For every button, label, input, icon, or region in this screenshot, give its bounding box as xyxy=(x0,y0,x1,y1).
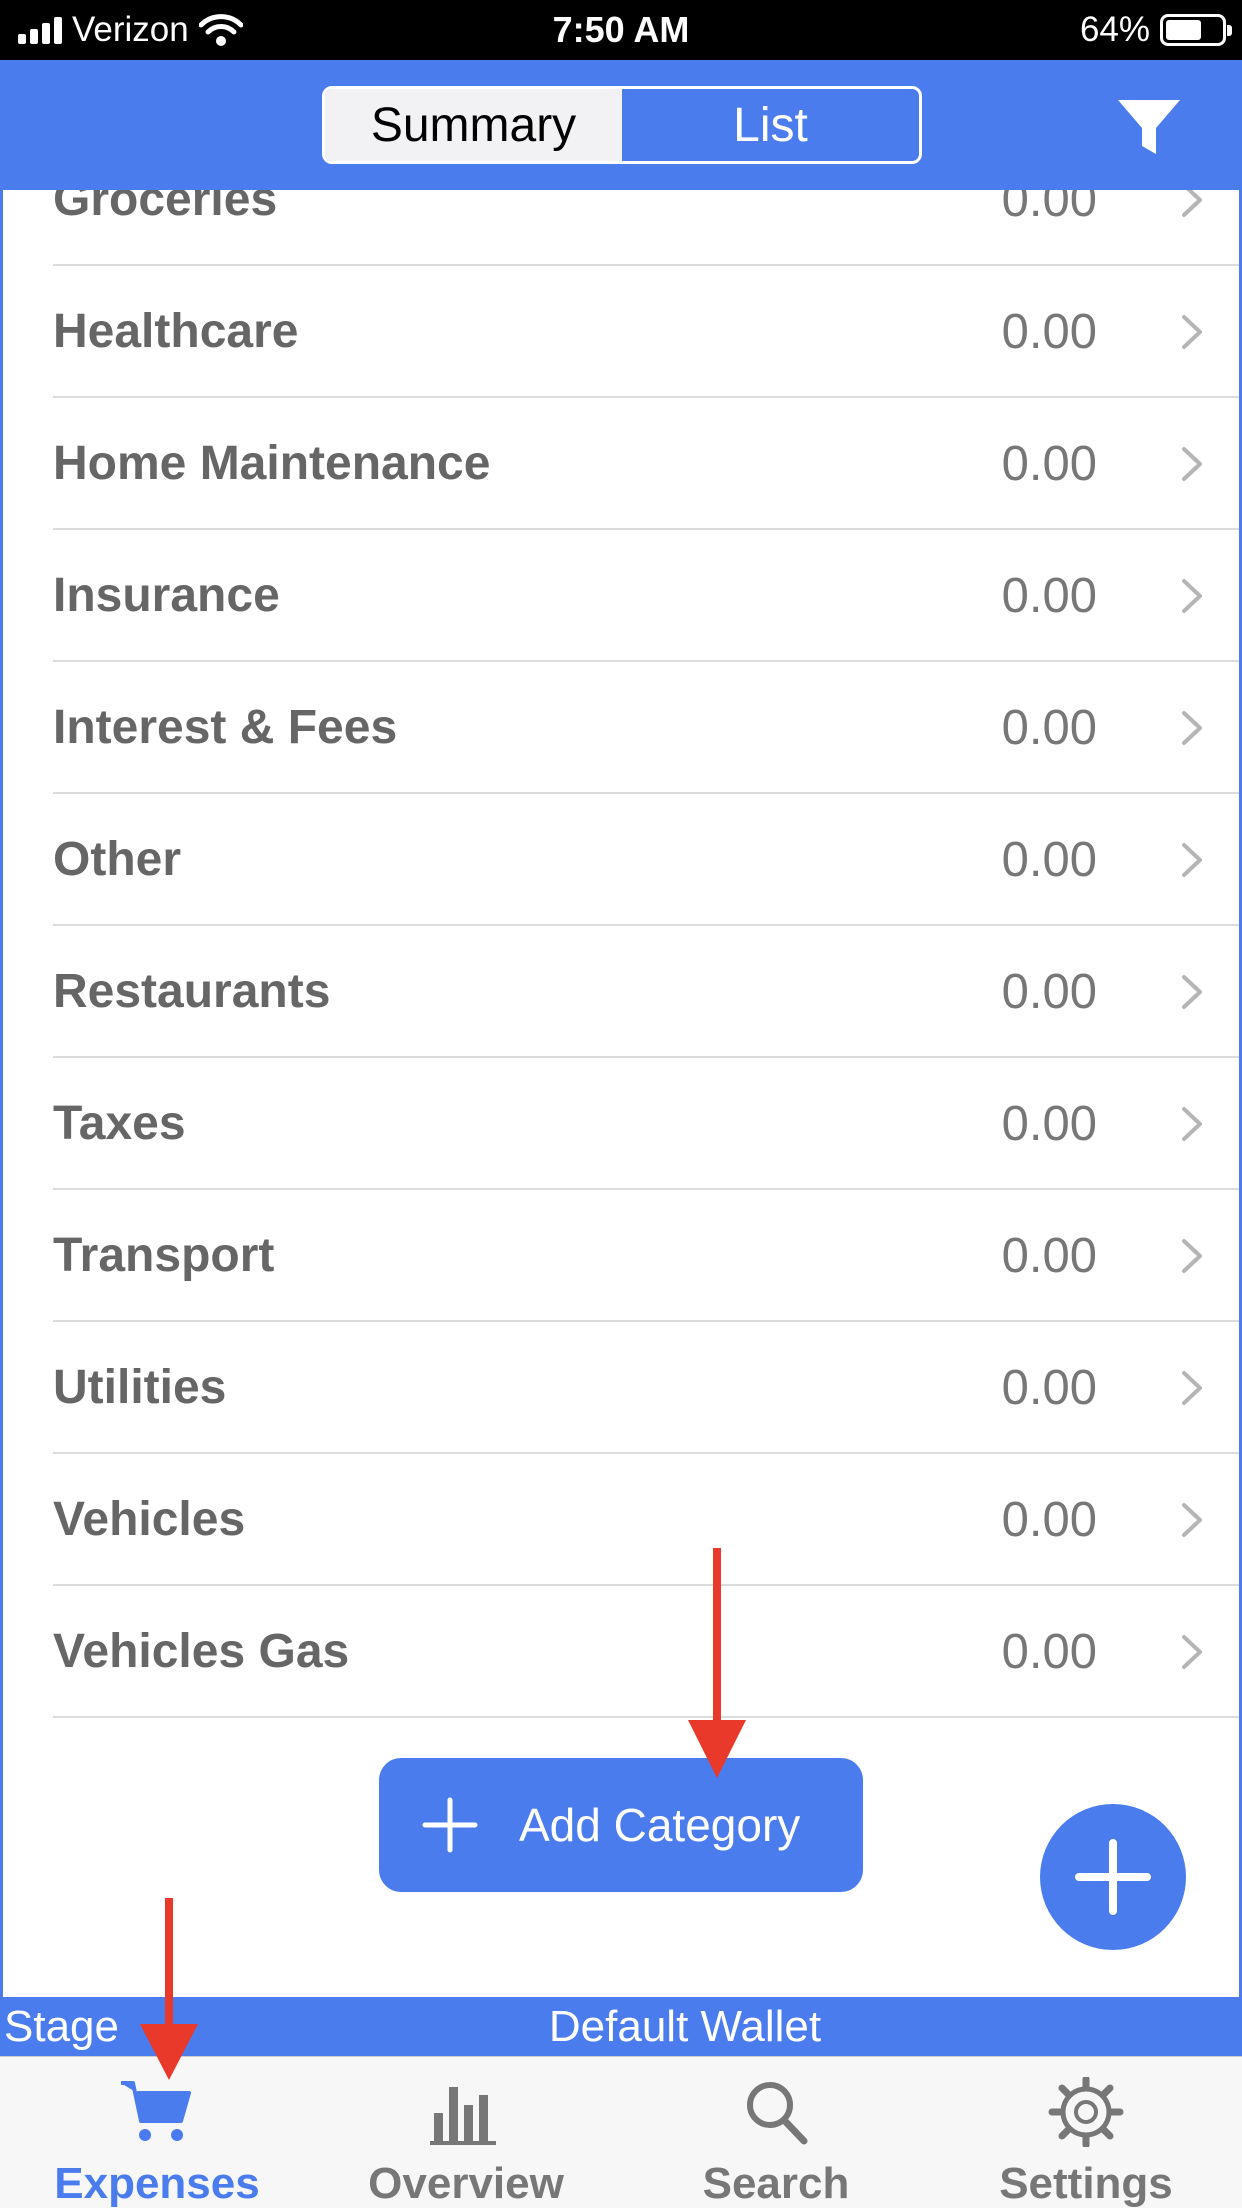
battery-percent: 64% xyxy=(1079,10,1150,49)
status-right: 64% xyxy=(1079,8,1232,52)
category-row[interactable]: Taxes 0.00 xyxy=(3,1058,1239,1190)
cart-icon xyxy=(121,2081,191,2141)
category-row[interactable]: Other 0.00 xyxy=(3,794,1239,926)
category-row[interactable]: Utilities 0.00 xyxy=(3,1322,1239,1454)
annotation-arrow-icon xyxy=(688,1548,746,1778)
category-name: Groceries xyxy=(53,190,278,226)
category-amount: 0.00 xyxy=(1001,701,1097,755)
tab-label: Search xyxy=(702,2159,850,2208)
tab-label: Overview xyxy=(368,2159,564,2208)
chevron-right-icon xyxy=(1182,315,1202,349)
category-amount: 0.00 xyxy=(1001,437,1097,491)
status-bar: Verizon 7:50 AM 64% xyxy=(0,0,1242,60)
search-icon xyxy=(747,2082,808,2145)
category-row[interactable]: Restaurants 0.00 xyxy=(3,926,1239,1058)
category-amount: 0.00 xyxy=(1001,569,1097,623)
chevron-right-icon xyxy=(1182,1371,1202,1405)
chevron-right-icon xyxy=(1182,843,1202,877)
annotation-arrow-icon xyxy=(140,1898,198,2080)
category-row[interactable]: Insurance 0.00 xyxy=(3,530,1239,662)
chevron-right-icon xyxy=(1182,1107,1202,1141)
category-amount: 0.00 xyxy=(1001,1361,1097,1415)
tab-settings[interactable]: Settings xyxy=(936,2057,1236,2208)
category-amount: 0.00 xyxy=(1001,1229,1097,1283)
tab-label: Expenses xyxy=(54,2159,260,2208)
chevron-right-icon xyxy=(1182,1239,1202,1273)
category-amount: 0.00 xyxy=(1001,1625,1097,1679)
category-name: Interest & Fees xyxy=(53,701,398,754)
gear-icon xyxy=(1048,2077,1124,2147)
category-list[interactable]: Groceries 0.00 Healthcare 0.00 Home Maintena… xyxy=(0,190,1242,1997)
category-amount: 0.00 xyxy=(1001,190,1097,227)
category-name: Restaurants xyxy=(53,965,331,1018)
category-name: Vehicles xyxy=(53,1493,246,1546)
category-row[interactable]: Vehicles 0.00 xyxy=(3,1454,1239,1586)
category-name: Transport xyxy=(53,1229,275,1282)
category-amount: 0.00 xyxy=(1001,305,1097,359)
category-row[interactable]: Groceries 0.00 xyxy=(3,190,1239,266)
plus-icon xyxy=(422,1797,478,1853)
category-amount: 0.00 xyxy=(1001,1097,1097,1151)
category-row[interactable]: Healthcare 0.00 xyxy=(3,266,1239,398)
bar-chart-icon xyxy=(430,2087,496,2145)
tab-label: Settings xyxy=(999,2159,1173,2208)
category-amount: 0.00 xyxy=(1001,1493,1097,1547)
segment-summary[interactable]: Summary xyxy=(325,89,622,161)
add-category-button[interactable]: Add Category xyxy=(379,1758,863,1892)
category-name: Other xyxy=(53,833,182,886)
segment-list[interactable]: List xyxy=(622,89,919,161)
category-row[interactable]: Vehicles Gas 0.00 xyxy=(3,1586,1239,1718)
tab-search[interactable]: Search xyxy=(626,2057,926,2208)
status-time: 7:50 AM xyxy=(552,9,690,50)
category-row[interactable]: Home Maintenance 0.00 xyxy=(3,398,1239,530)
chevron-right-icon xyxy=(1182,975,1202,1009)
category-row[interactable]: Interest & Fees 0.00 xyxy=(3,662,1239,794)
category-amount: 0.00 xyxy=(1001,833,1097,887)
add-expense-fab[interactable] xyxy=(1040,1804,1186,1950)
category-name: Insurance xyxy=(53,569,280,622)
category-row[interactable]: Transport 0.00 xyxy=(3,1190,1239,1322)
battery-icon xyxy=(1160,14,1232,46)
row-divider xyxy=(53,1716,1239,1718)
category-name: Taxes xyxy=(53,1097,186,1150)
category-name: Home Maintenance xyxy=(53,437,491,490)
add-category-label: Add Category xyxy=(519,1799,801,1851)
nav-bar: Summary List xyxy=(0,60,1242,190)
filter-icon[interactable] xyxy=(1116,96,1182,158)
category-name: Utilities xyxy=(53,1361,227,1414)
category-amount: 0.00 xyxy=(1001,965,1097,1019)
chevron-right-icon xyxy=(1182,1503,1202,1537)
plus-icon xyxy=(1075,1839,1151,1915)
chevron-right-icon xyxy=(1182,190,1202,217)
chevron-right-icon xyxy=(1182,711,1202,745)
chevron-right-icon xyxy=(1182,1635,1202,1669)
category-name: Vehicles Gas xyxy=(53,1625,350,1678)
chevron-right-icon xyxy=(1182,447,1202,481)
tab-overview[interactable]: Overview xyxy=(316,2057,616,2208)
view-segmented-control: Summary List xyxy=(322,86,922,164)
category-name: Healthcare xyxy=(53,305,299,358)
chevron-right-icon xyxy=(1182,579,1202,613)
